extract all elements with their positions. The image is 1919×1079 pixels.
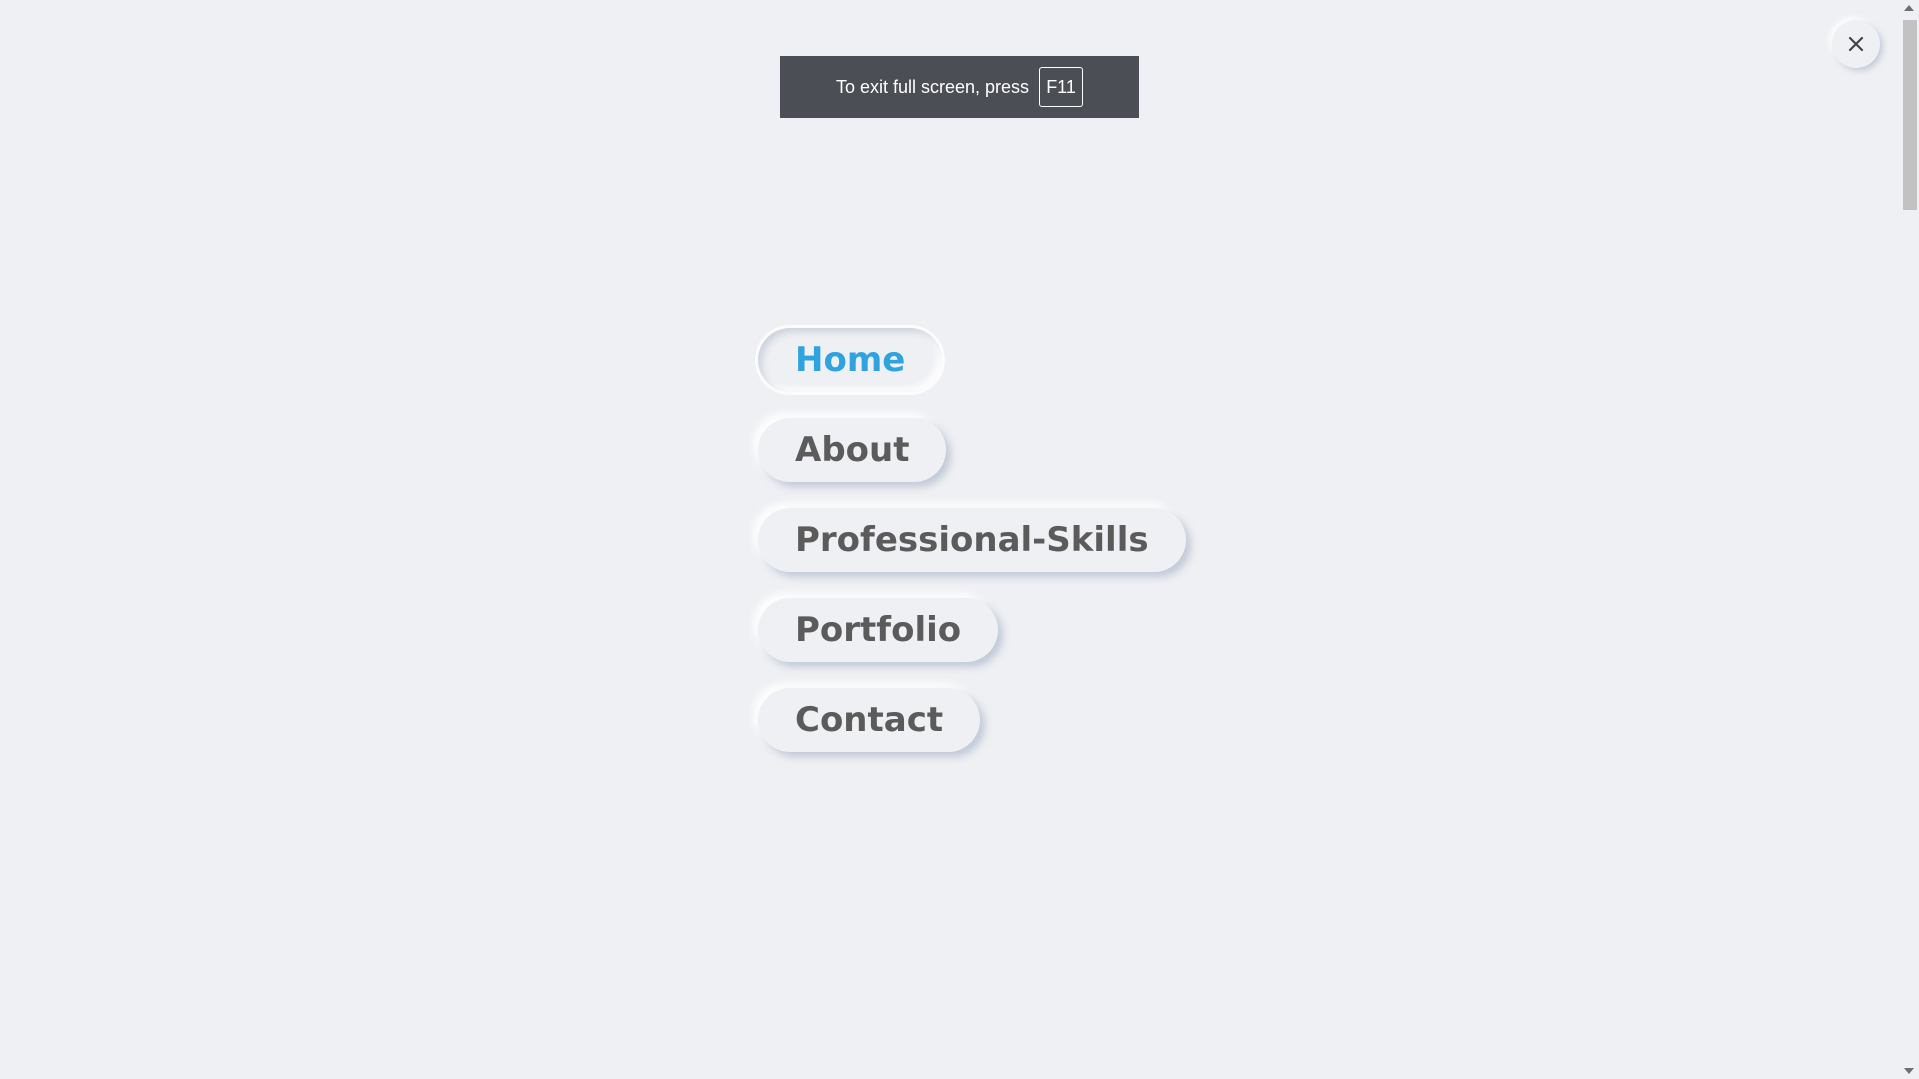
close-menu-button[interactable]	[1832, 20, 1880, 68]
fullscreen-notice-text: To exit full screen, press	[835, 76, 1030, 97]
fullscreen-exit-notice: To exit full screen, press F11	[780, 56, 1139, 118]
scroll-down-arrow-icon[interactable]	[1904, 1068, 1914, 1074]
menu-item-home[interactable]: Home	[758, 328, 943, 392]
page: To exit full screen, press F11 Home Abou…	[0, 0, 1919, 1079]
menu-item-professional-skills[interactable]: Professional-Skills	[758, 508, 1186, 572]
menu-item-portfolio[interactable]: Portfolio	[758, 598, 999, 662]
menu-item-about[interactable]: About	[758, 418, 947, 482]
scrollbar-thumb[interactable]	[1903, 20, 1917, 210]
vertical-scrollbar[interactable]	[1900, 0, 1919, 1079]
menu-item-contact[interactable]: Contact	[758, 688, 981, 752]
scroll-up-arrow-icon[interactable]	[1904, 5, 1914, 11]
close-icon	[1848, 36, 1864, 52]
fullscreen-key-badge: F11	[1039, 67, 1084, 107]
navigation-menu: Home About Professional-Skills Portfolio…	[758, 328, 1186, 778]
